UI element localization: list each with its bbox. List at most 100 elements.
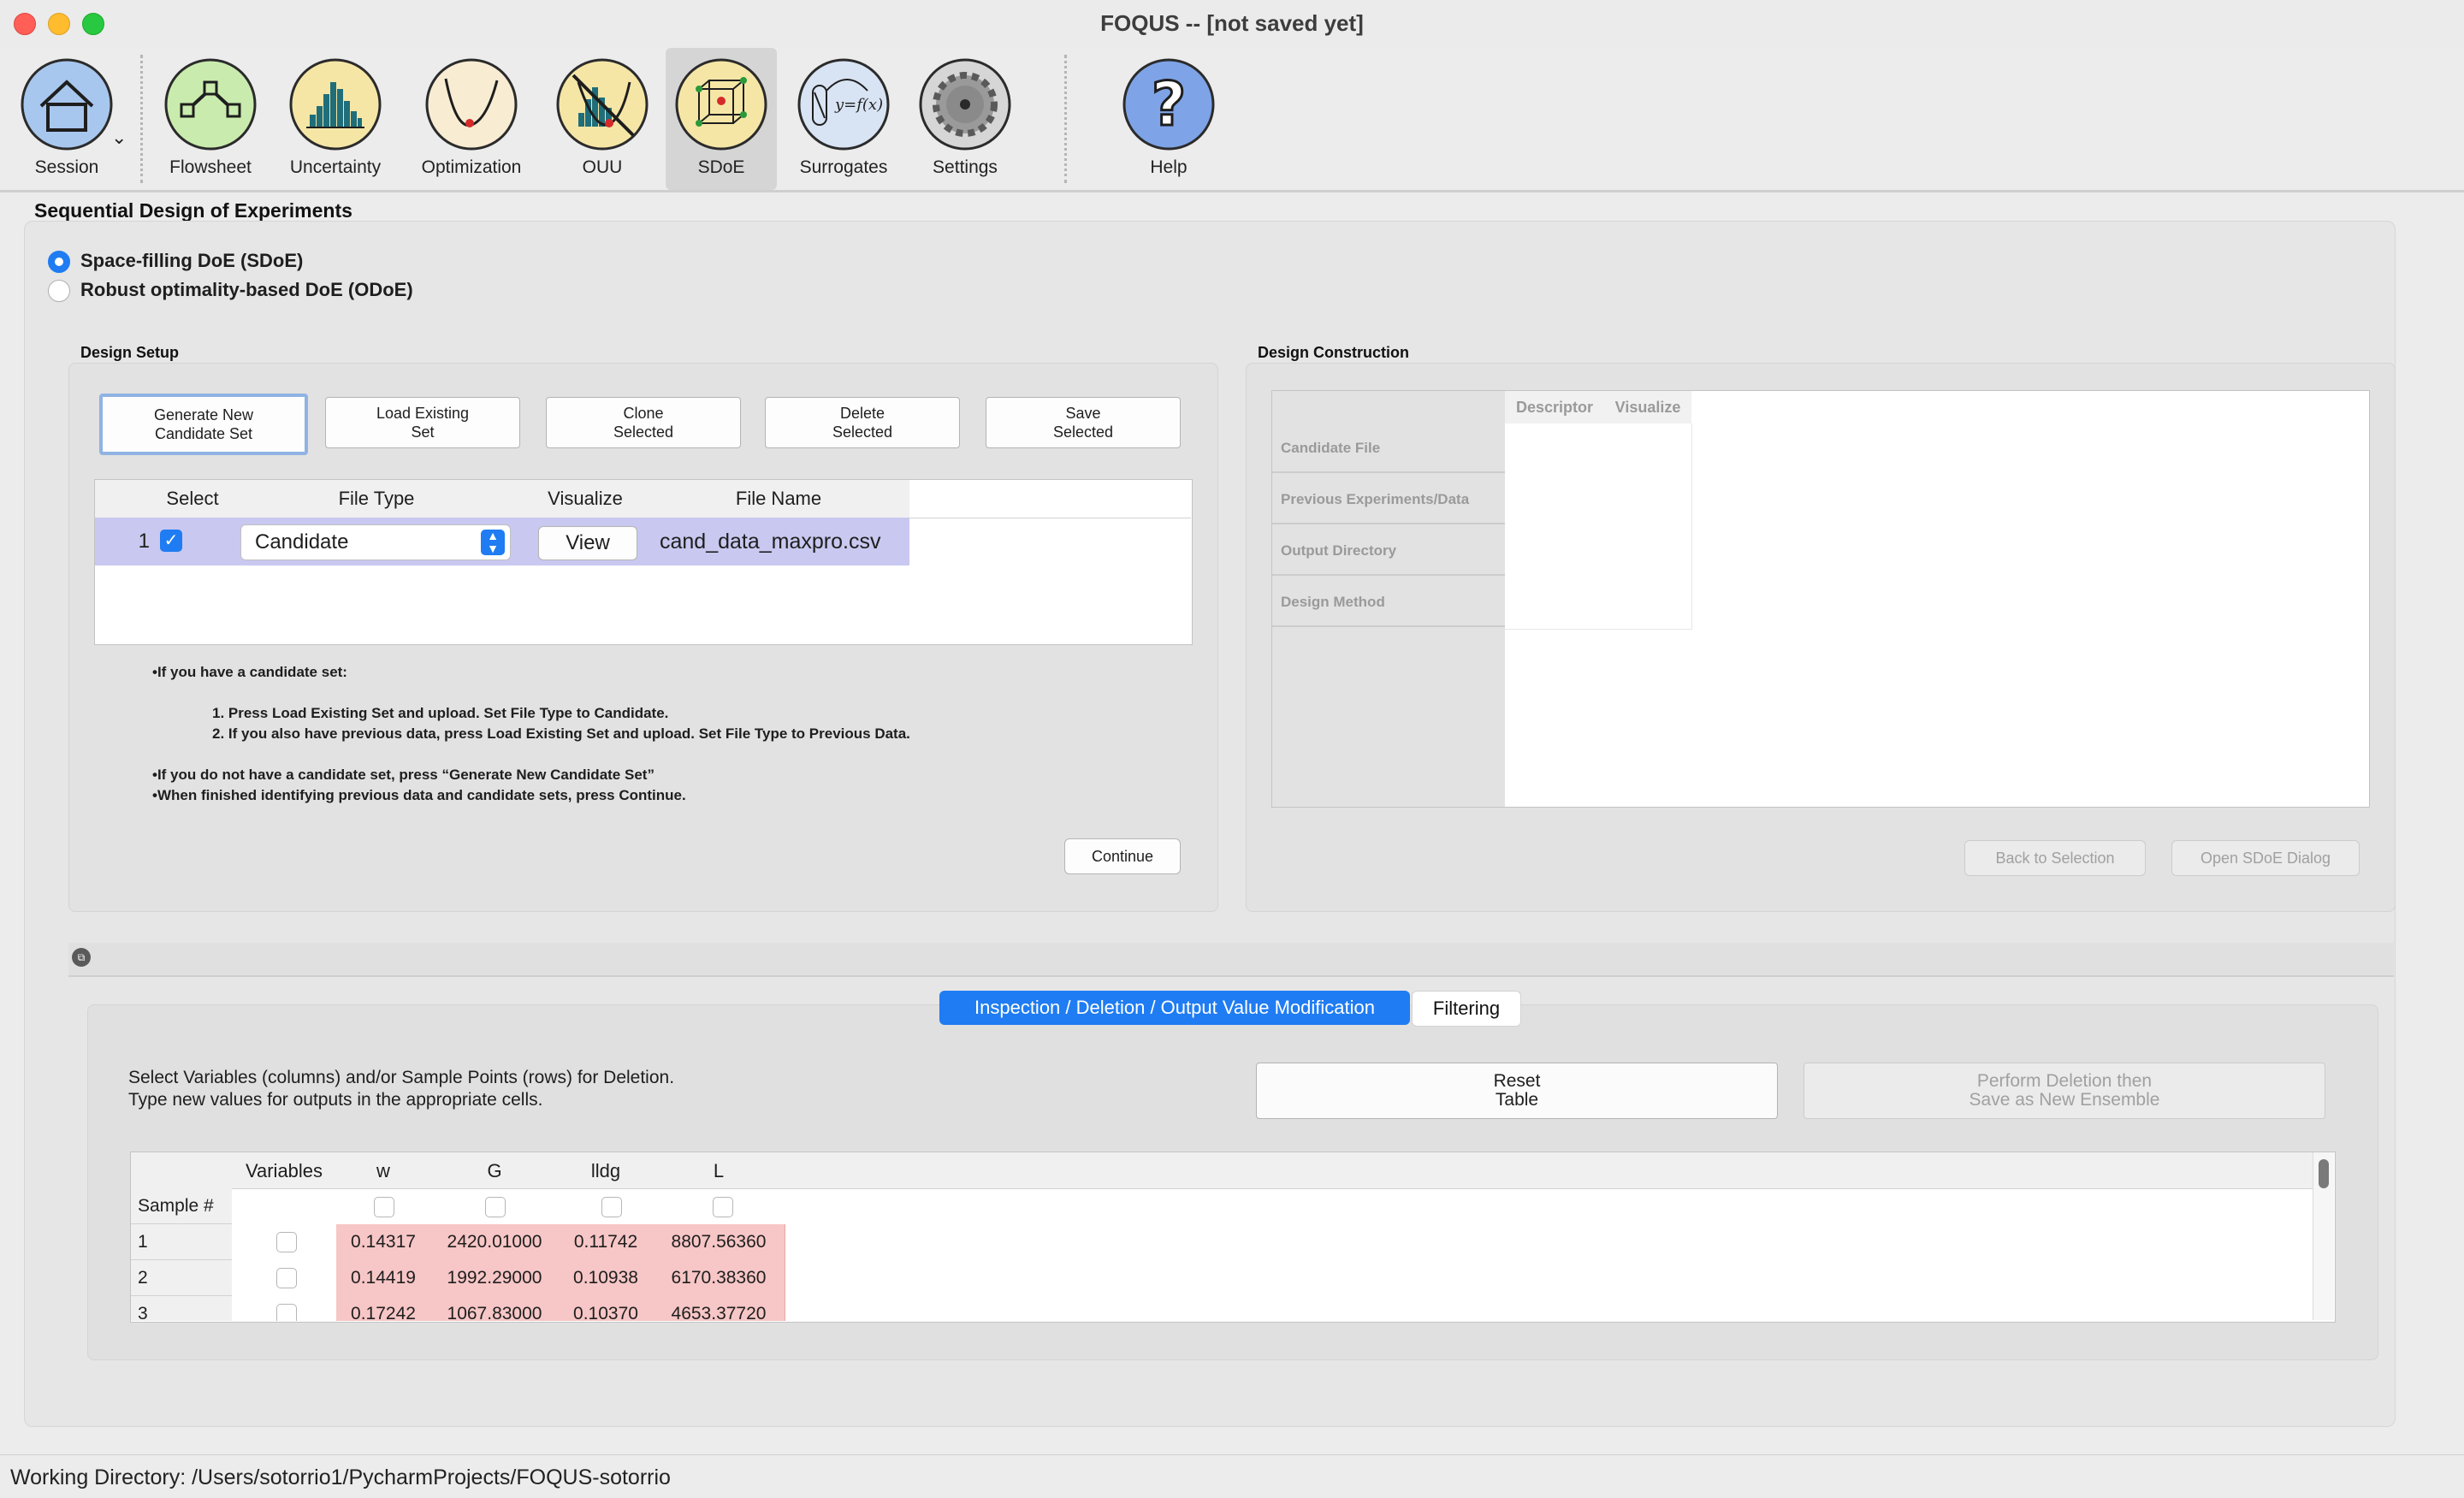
toolbar-sdoe-button[interactable]: SDoE bbox=[666, 48, 777, 190]
sample-row-number[interactable]: 3 bbox=[131, 1296, 232, 1321]
page-title: Sequential Design of Experiments bbox=[34, 199, 352, 222]
column-header-L[interactable]: L bbox=[653, 1152, 785, 1189]
delete-selected-button[interactable]: Delete Selected bbox=[765, 397, 960, 448]
sdoe-radio-label: Space-filling DoE (SDoE) bbox=[80, 250, 304, 271]
toolbar-optimization-button[interactable]: Optimization bbox=[416, 48, 527, 190]
table-cell-lldg[interactable]: 0.11742 bbox=[559, 1224, 654, 1261]
variable-checkbox-G[interactable] bbox=[485, 1197, 506, 1217]
toolbar-flowsheet-label: Flowsheet bbox=[169, 157, 252, 177]
open-sdoe-dialog-button[interactable]: Open SDoE Dialog bbox=[2171, 840, 2360, 876]
design-construction-title: Design Construction bbox=[1258, 344, 1410, 361]
chevron-down-icon[interactable]: ⌄ bbox=[111, 127, 127, 149]
column-header-visualize[interactable]: Visualize bbox=[523, 480, 649, 518]
sample-row-checkbox[interactable] bbox=[276, 1304, 297, 1321]
dc-corner bbox=[1272, 391, 1506, 424]
table-corner bbox=[95, 480, 156, 518]
toolbar-session-button[interactable]: Session bbox=[12, 48, 121, 190]
back-to-selection-button[interactable]: Back to Selection bbox=[1964, 840, 2146, 876]
dc-column-header-visualize: Visualize bbox=[1604, 391, 1692, 424]
table-cell-lldg[interactable]: 0.10370 bbox=[559, 1296, 654, 1321]
scrollbar-thumb[interactable] bbox=[2319, 1159, 2329, 1188]
table-cell-L[interactable]: 6170.38360 bbox=[653, 1260, 785, 1297]
table-cell-lldg[interactable]: 0.10938 bbox=[559, 1260, 654, 1297]
flowsheet-icon bbox=[164, 58, 257, 151]
toolbar-uncertainty-button[interactable]: Uncertainty bbox=[281, 48, 390, 190]
surrogate-function-icon: y=f(x) bbox=[797, 58, 890, 151]
sample-row-number[interactable]: 1 bbox=[131, 1224, 232, 1260]
sample-row-checkbox[interactable] bbox=[276, 1268, 297, 1288]
toolbar-optimization-label: Optimization bbox=[421, 157, 522, 177]
variable-checkbox-L[interactable] bbox=[713, 1197, 733, 1217]
column-header-select[interactable]: Select bbox=[155, 480, 231, 518]
table-cell-w[interactable]: 0.17242 bbox=[336, 1296, 431, 1321]
table-cell-L[interactable]: 4653.37720 bbox=[653, 1296, 785, 1321]
toolbar-settings-button[interactable]: Settings bbox=[910, 48, 1020, 190]
toolbar-ouu-button[interactable]: OUU bbox=[548, 48, 657, 190]
column-header-file-type[interactable]: File Type bbox=[230, 480, 524, 518]
table-cell-w[interactable]: 0.14317 bbox=[336, 1224, 431, 1261]
file-name-cell[interactable]: cand_data_maxpro.csv bbox=[660, 518, 909, 565]
odoe-radio-label: Robust optimality-based DoE (ODoE) bbox=[80, 279, 413, 300]
toolbar-sdoe-label: SDoE bbox=[697, 157, 745, 177]
table-cell-G[interactable]: 2420.01000 bbox=[430, 1224, 560, 1261]
load-existing-set-button[interactable]: Load Existing Set bbox=[325, 397, 520, 448]
table-cell-G[interactable]: 1067.83000 bbox=[430, 1296, 560, 1321]
column-header-lldg[interactable]: lldg bbox=[559, 1152, 654, 1189]
sample-row-number[interactable]: 2 bbox=[131, 1260, 232, 1296]
clone-selected-button[interactable]: Clone Selected bbox=[546, 397, 741, 448]
instruction-candidate-set: •If you have a candidate set: bbox=[152, 664, 347, 680]
window-title: FOQUS -- [not saved yet] bbox=[1100, 10, 1364, 36]
save-selected-button[interactable]: Save Selected bbox=[986, 397, 1181, 448]
generate-candidate-set-button[interactable]: Generate New Candidate Set bbox=[99, 394, 308, 455]
sample-table-scrollbar[interactable] bbox=[2313, 1152, 2334, 1320]
dc-cell bbox=[1604, 475, 1692, 527]
panel-splitter[interactable] bbox=[68, 943, 2394, 977]
instruction-continue: •When finished identifying previous data… bbox=[152, 787, 686, 803]
toolbar-help-label: Help bbox=[1150, 157, 1188, 177]
odoe-radio[interactable] bbox=[48, 280, 70, 302]
table-cell-w[interactable]: 0.14419 bbox=[336, 1260, 431, 1297]
instruction-step-1: 1. Press Load Existing Set and upload. S… bbox=[212, 705, 669, 721]
column-header-G[interactable]: G bbox=[430, 1152, 560, 1189]
perform-deletion-button[interactable]: Perform Deletion then Save as New Ensemb… bbox=[1804, 1063, 2325, 1119]
toolbar-ouu-label: OUU bbox=[582, 157, 623, 177]
variable-checkbox-lldg[interactable] bbox=[601, 1197, 622, 1217]
tab-filtering[interactable]: Filtering bbox=[1412, 991, 1521, 1027]
header-filler bbox=[909, 480, 1191, 518]
instruction-no-candidate: •If you do not have a candidate set, pre… bbox=[152, 767, 654, 783]
dc-column-header-descriptor: Descriptor bbox=[1505, 391, 1605, 424]
sample-table-corner bbox=[131, 1152, 233, 1189]
inspection-instruction-2: Type new values for outputs in the appro… bbox=[128, 1090, 543, 1110]
toolbar-session-label: Session bbox=[34, 157, 99, 177]
dc-row-previous-data: Previous Experiments/Data bbox=[1272, 475, 1505, 524]
dc-cell bbox=[1505, 526, 1605, 578]
sample-row-checkbox[interactable] bbox=[276, 1232, 297, 1252]
toolbar-help-button[interactable]: ? Help bbox=[1114, 48, 1223, 190]
sdoe-radio[interactable] bbox=[48, 251, 70, 273]
instruction-step-2: 2. If you also have previous data, press… bbox=[212, 725, 910, 742]
dc-cell bbox=[1604, 526, 1692, 578]
view-file-button[interactable]: View bbox=[538, 526, 637, 560]
dc-row-output-directory: Output Directory bbox=[1272, 526, 1505, 576]
variable-checkbox-w[interactable] bbox=[374, 1197, 394, 1217]
dc-cell bbox=[1604, 423, 1692, 476]
toolbar-uncertainty-label: Uncertainty bbox=[289, 157, 382, 177]
reset-table-button[interactable]: Reset Table bbox=[1256, 1063, 1778, 1119]
table-cell-G[interactable]: 1992.29000 bbox=[430, 1260, 560, 1297]
file-type-select[interactable]: Candidate ▲ ▼ bbox=[240, 524, 511, 560]
undock-icon[interactable]: ⧉ bbox=[72, 948, 91, 967]
row-select-checkbox[interactable]: ✓ bbox=[160, 530, 182, 552]
design-setup-title: Design Setup bbox=[80, 344, 180, 361]
dc-cell bbox=[1505, 423, 1605, 476]
dc-cell bbox=[1505, 475, 1605, 527]
tab-inspection[interactable]: Inspection / Deletion / Output Value Mod… bbox=[939, 991, 1410, 1025]
column-header-file-name[interactable]: File Name bbox=[648, 480, 910, 518]
svg-text:y=f(x): y=f(x) bbox=[834, 96, 883, 114]
row-number: 1 bbox=[138, 530, 150, 553]
dc-row-design-method: Design Method bbox=[1272, 577, 1505, 627]
toolbar-flowsheet-button[interactable]: Flowsheet bbox=[156, 48, 265, 190]
column-header-w[interactable]: w bbox=[336, 1152, 431, 1189]
continue-button[interactable]: Continue bbox=[1064, 838, 1181, 874]
table-cell-L[interactable]: 8807.56360 bbox=[653, 1224, 785, 1261]
toolbar-surrogates-button[interactable]: y=f(x) Surrogates bbox=[789, 48, 898, 190]
